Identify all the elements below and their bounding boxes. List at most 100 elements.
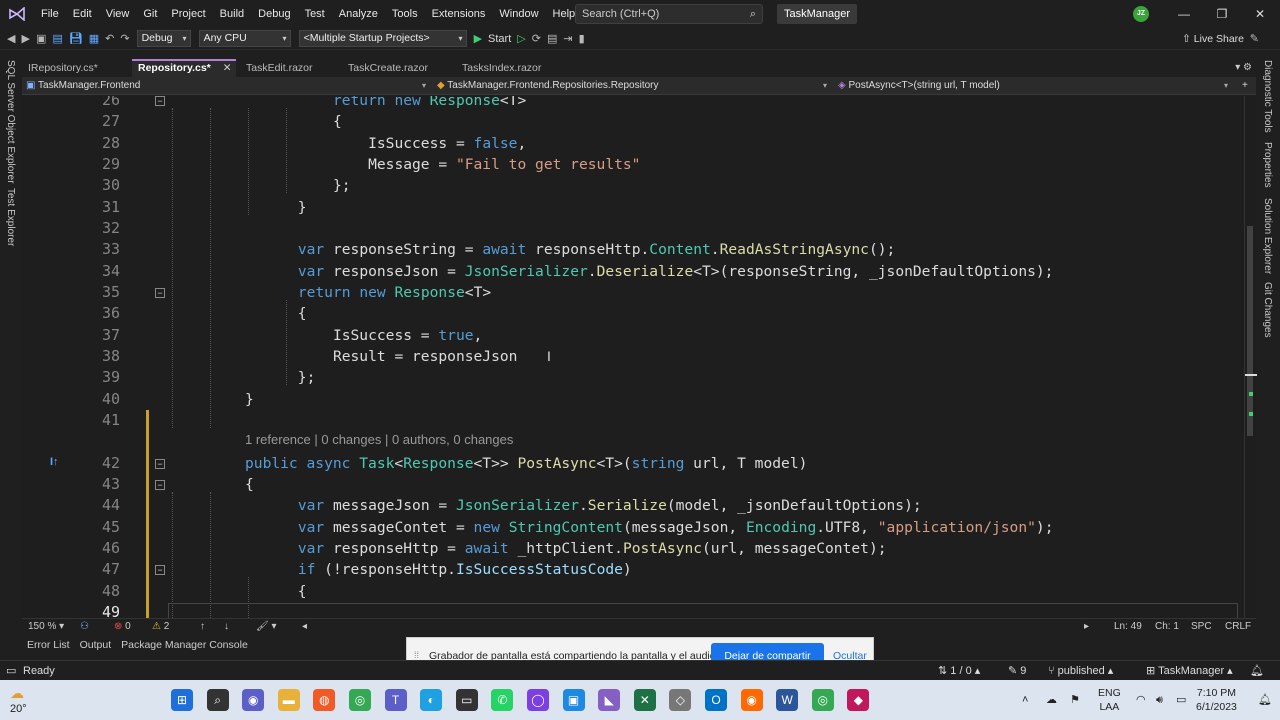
line-number[interactable]: Ln: 49 [1114,619,1142,635]
vertical-scrollbar[interactable] [1244,96,1257,618]
code-cleanup-icon[interactable]: 🖌︎ ▾ [256,619,277,635]
firefox-icon[interactable]: ◉ [740,689,763,711]
code-text[interactable]: var responseJson = JsonSerializer.Deseri… [263,261,1054,282]
code-line[interactable]: 28 IsSuccess = false, [22,133,1244,154]
bookmark-icon[interactable]: ▮ [576,28,588,50]
code-text[interactable]: var responseString = await responseHttp.… [263,239,896,260]
git-commits-indicator[interactable]: ⇅ 1 / 0 ▴ [938,661,980,681]
menu-test[interactable]: Test [298,0,332,28]
security-icon[interactable]: ⚑ [1070,680,1080,720]
undo-icon[interactable]: ↶ [102,28,117,50]
chrome-alt-icon[interactable]: ◎ [811,689,834,711]
code-text[interactable]: public async Task<Response<T>> PostAsync… [245,453,807,474]
menu-project[interactable]: Project [164,0,212,28]
previous-issue-icon[interactable]: ↑ [200,619,205,635]
branch-indicator[interactable]: ⑂ published ▴ [1048,661,1113,681]
code-text[interactable]: return new Response<T> [263,282,491,303]
menu-tools[interactable]: Tools [385,0,425,28]
solution-explorer-tab[interactable]: Solution Explorer [1262,198,1273,274]
code-line[interactable]: 38 Result = responseJson [22,346,1244,367]
collapse-icon[interactable]: − [155,479,165,490]
start-button[interactable]: Start [485,28,514,50]
menu-extensions[interactable]: Extensions [425,0,493,28]
code-text[interactable]: IsSuccess = false, [263,133,526,154]
collapse-icon[interactable]: − [155,458,165,469]
chat-icon[interactable]: ◉ [242,689,265,711]
menu-window[interactable]: Window [492,0,545,28]
layout-icon[interactable]: ▤ [544,28,560,50]
code-line[interactable]: 31 } [22,197,1244,218]
code-text[interactable]: var responseHttp = await _httpClient.Pos… [263,538,887,559]
code-text[interactable]: }; [263,367,316,388]
collapse-icon[interactable]: − [155,96,165,106]
copilot-icon[interactable]: ⚇ [80,619,89,635]
sql-icon[interactable]: ◇ [669,689,692,711]
volume-icon[interactable]: 🔊︎ [1156,680,1163,720]
menu-analyze[interactable]: Analyze [332,0,385,28]
errors-indicator[interactable]: ⊗ 0 [114,619,131,635]
search-icon[interactable]: ⌕ [206,689,229,711]
tab-taskedit-razor[interactable]: TaskEdit.razor [240,59,338,77]
excel-icon[interactable]: ✕ [633,689,656,711]
outlook-icon[interactable]: O [705,689,727,711]
code-line[interactable]: 43 { [22,474,1244,495]
code-text[interactable]: var messageContet = new StringContent(me… [263,517,1054,538]
code-text[interactable]: } [263,197,307,218]
scroll-left-icon[interactable]: ◂ [302,619,307,635]
tab-irepository-cs-[interactable]: IRepository.cs* [22,59,128,77]
save-icon[interactable]: 💾︎ [66,28,86,50]
weather-widget[interactable]: ☁︎ 20° [10,686,27,716]
save-all-icon[interactable]: ▦ [86,28,102,50]
code-line[interactable]: 48 { [22,581,1244,602]
scrollbar-thumb[interactable] [1247,226,1253,436]
whatsapp-icon[interactable]: ✆ [491,689,514,711]
search-input[interactable]: Search (Ctrl+Q) ⌕ [575,4,763,24]
file-explorer-icon[interactable]: ▬ [277,689,300,711]
terminal-icon[interactable]: ▭ [455,689,478,711]
code-text[interactable]: var messageJson = JsonSerializer.Seriali… [263,495,922,516]
word-icon[interactable]: W [776,689,799,711]
tab-tasksindex-razor[interactable]: TasksIndex.razor [456,59,560,77]
teams-icon[interactable]: T [384,689,407,711]
code-line[interactable]: 29 Message = "Fail to get results" [22,154,1244,175]
warnings-indicator[interactable]: ⚠ 2 [152,619,169,635]
project-dropdown[interactable]: ▣ TaskManager.Frontend ▾ [22,78,432,94]
language-indicator[interactable]: ENG LAA [1098,686,1121,714]
tray-chevron-icon[interactable]: ˄ [1022,680,1028,720]
code-line[interactable]: 46 var responseHttp = await _httpClient.… [22,538,1244,559]
live-share-button[interactable]: ⇧ Live Share [1182,28,1244,50]
forward-icon[interactable]: ▶ [18,28,32,50]
indent-mode[interactable]: SPC [1191,619,1212,635]
app2-icon[interactable]: ◆ [847,689,870,711]
zoom-select[interactable]: 150 % ▾ [28,619,64,635]
code-line[interactable]: 33 var responseString = await responseHt… [22,239,1244,260]
github-icon[interactable]: ◯ [527,689,549,711]
code-text[interactable]: { [245,474,254,495]
drag-handle-icon[interactable]: ⁞⁞ [414,650,419,660]
new-project-icon[interactable]: ▣ [33,28,49,50]
diagnostic-tools-tab[interactable]: Diagnostic Tools [1262,60,1273,133]
chrome-icon[interactable]: ◎ [349,689,371,711]
code-line[interactable]: 27 { [22,111,1244,132]
code-line[interactable]: 32 [22,218,1244,239]
code-text[interactable]: { [263,581,307,602]
code-text[interactable]: Result = responseJson [263,346,518,367]
code-text[interactable]: }; [263,175,351,196]
bottom-tab-package-manager-console[interactable]: Package Manager Console [116,636,253,655]
screen-recorder-icon[interactable]: ▣ [562,689,585,711]
git-changes-tab[interactable]: Git Changes [1262,282,1273,338]
collapse-icon[interactable]: − [155,565,165,576]
wifi-icon[interactable]: ◠ [1136,680,1146,720]
step-icon[interactable]: ⇥ [560,28,575,50]
next-issue-icon[interactable]: ↓ [224,619,229,635]
visual-studio-icon[interactable]: ◣ [598,689,621,711]
repo-indicator[interactable]: ⊞ TaskManager ▴ [1146,661,1233,681]
clock[interactable]: 7:10 PM 6/1/2023 [1196,686,1237,714]
code-text[interactable]: Message = "Fail to get results" [263,154,640,175]
menu-edit[interactable]: Edit [66,0,99,28]
tab-repository-cs-[interactable]: Repository.cs* ✕ [132,59,236,77]
start-icon[interactable]: ▶ [471,28,485,50]
code-line[interactable]: 30 }; [22,175,1244,196]
menu-git[interactable]: Git [136,0,164,28]
code-line[interactable]: 42 public async Task<Response<T>> PostAsy… [22,453,1244,474]
